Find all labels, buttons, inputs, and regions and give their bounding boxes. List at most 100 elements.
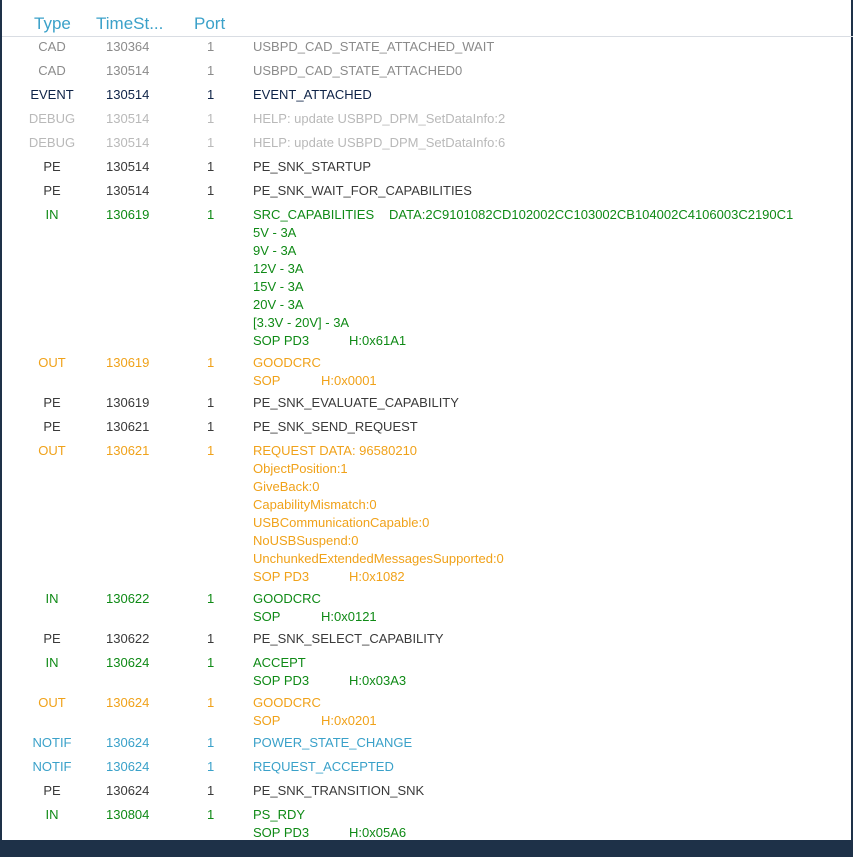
log-message: HELP: update USBPD_DPM_SetDataInfo:6 xyxy=(253,134,505,152)
log-timestamp: 130624 xyxy=(106,783,150,798)
log-port: 1 xyxy=(207,87,215,102)
log-message-field: SOP PD3 xyxy=(253,569,310,584)
log-type: CAD xyxy=(38,39,66,54)
log-message-field: SOP PD3 xyxy=(253,673,310,688)
log-message: PE_SNK_STARTUP xyxy=(253,158,371,176)
log-message-line: 12V - 3A xyxy=(253,261,304,276)
log-message-line: SRC_CAPABILITIES DATA:2C9101082CD102002CC… xyxy=(253,206,793,224)
log-message-line: REQUEST DATA: 96580210 xyxy=(253,443,418,458)
log-message-line: GiveBack:0 xyxy=(253,479,320,494)
log-message: GOODCRC SOP H:0x0201 xyxy=(253,694,377,730)
log-timestamp: 130364 xyxy=(106,39,150,54)
column-header-timestamp[interactable]: TimeSt... xyxy=(96,14,163,34)
log-message: REQUEST DATA: 96580210 ObjectPosition:1 Gi… xyxy=(253,442,504,586)
trace-log-list[interactable]: CAD 130364 1 USBPD_CAD_STATE_ATTACHED_WAIT C… xyxy=(2,35,853,839)
log-message: REQUEST_ACCEPTED xyxy=(253,758,394,776)
log-timestamp: 130619 xyxy=(106,207,150,222)
log-message-field: SOP xyxy=(253,713,281,728)
log-port: 1 xyxy=(207,655,215,670)
log-timestamp: 130514 xyxy=(106,111,150,126)
log-message-line: SOP H:0x0201 xyxy=(253,712,377,730)
log-port: 1 xyxy=(207,735,215,750)
log-message-line: SOP PD3 H:0x1082 xyxy=(253,568,504,586)
log-message: PE_SNK_WAIT_FOR_CAPABILITIES xyxy=(253,182,472,200)
log-timestamp: 130622 xyxy=(106,631,150,646)
log-timestamp: 130621 xyxy=(106,419,150,434)
log-message: PE_SNK_SELECT_CAPABILITY xyxy=(253,630,444,648)
log-timestamp: 130624 xyxy=(106,695,150,710)
log-port: 1 xyxy=(207,807,215,822)
log-type: DEBUG xyxy=(28,111,76,126)
column-header-port[interactable]: Port xyxy=(194,14,225,34)
log-type: PE xyxy=(43,159,61,174)
log-message-field: SOP PD3 xyxy=(253,825,310,839)
log-message-line: POWER_STATE_CHANGE xyxy=(253,735,413,750)
log-message-field: H:0x61A1 xyxy=(349,333,407,348)
log-message-line: PE_SNK_SELECT_CAPABILITY xyxy=(253,631,444,646)
log-port: 1 xyxy=(207,695,215,710)
log-message-field: H:0x0201 xyxy=(321,713,377,728)
trace-window: Type TimeSt... Port CAD 130364 1 USBPD_CAD_… xyxy=(0,0,853,857)
log-timestamp: 130624 xyxy=(106,735,150,750)
log-message-line: 9V - 3A xyxy=(253,243,297,258)
log-timestamp: 130514 xyxy=(106,87,150,102)
column-header-type[interactable]: Type xyxy=(34,14,71,34)
log-type: DEBUG xyxy=(28,135,76,150)
log-message-line: [3.3V - 20V] - 3A xyxy=(253,315,350,330)
log-message-line: 20V - 3A xyxy=(253,297,304,312)
log-message-line: USBCommunicationCapable:0 xyxy=(253,515,430,530)
log-message-field: H:0x03A3 xyxy=(349,673,407,688)
log-type: OUT xyxy=(38,443,66,458)
log-message-field: H:0x05A6 xyxy=(349,825,407,839)
log-port: 1 xyxy=(207,631,215,646)
log-port: 1 xyxy=(207,111,215,126)
log-type: IN xyxy=(45,591,59,606)
log-type: IN xyxy=(45,207,59,222)
log-message-field: SOP xyxy=(253,609,281,624)
log-message-line: NoUSBSuspend:0 xyxy=(253,533,359,548)
log-message-line: PE_SNK_SEND_REQUEST xyxy=(253,419,418,434)
log-message: POWER_STATE_CHANGE xyxy=(253,734,412,752)
log-port: 1 xyxy=(207,207,215,222)
log-timestamp: 130514 xyxy=(106,159,150,174)
log-type: PE xyxy=(43,419,61,434)
log-message: ACCEPT SOP PD3 H:0x03A3 xyxy=(253,654,406,690)
log-message-field: H:0x0001 xyxy=(321,373,377,388)
log-message-line: 5V - 3A xyxy=(253,225,297,240)
log-message: HELP: update USBPD_DPM_SetDataInfo:2 xyxy=(253,110,505,128)
log-type: OUT xyxy=(38,695,66,710)
log-message-line: SOP PD3 H:0x05A6 xyxy=(253,824,406,839)
status-bar xyxy=(0,840,853,857)
log-message: USBPD_CAD_STATE_ATTACHED_WAIT xyxy=(253,38,494,56)
log-message: PS_RDY SOP PD3 H:0x05A6 xyxy=(253,806,406,839)
log-type: IN xyxy=(45,807,59,822)
log-message-line: UnchunkedExtendedMessagesSupported:0 xyxy=(253,551,504,566)
log-message-field: SOP PD3 xyxy=(253,333,310,348)
log-message-line: 15V - 3A xyxy=(253,279,304,294)
log-timestamp: 130619 xyxy=(106,355,150,370)
log-message-line: REQUEST_ACCEPTED xyxy=(253,759,394,774)
log-timestamp: 130514 xyxy=(106,183,150,198)
log-message: SRC_CAPABILITIES DATA:2C9101082CD102002CC… xyxy=(253,206,793,350)
log-message-line: SOP PD3 H:0x61A1 xyxy=(253,332,793,350)
log-timestamp: 130621 xyxy=(106,443,150,458)
column-header: Type TimeSt... Port xyxy=(2,0,853,37)
log-message: GOODCRC SOP H:0x0121 xyxy=(253,590,377,626)
log-message-line: PE_SNK_WAIT_FOR_CAPABILITIES xyxy=(253,183,472,198)
log-message-field: H:0x1082 xyxy=(349,569,405,584)
log-port: 1 xyxy=(207,63,215,78)
log-port: 1 xyxy=(207,183,215,198)
log-type: PE xyxy=(43,183,61,198)
log-message-line: HELP: update USBPD_DPM_SetDataInfo:6 xyxy=(253,135,506,150)
log-message-line: GOODCRC xyxy=(253,591,321,606)
log-message-line: EVENT_ATTACHED xyxy=(253,87,372,102)
log-timestamp: 130622 xyxy=(106,591,150,606)
log-port: 1 xyxy=(207,159,215,174)
log-message-line: GOODCRC xyxy=(253,355,321,370)
log-message-field: DATA:2C9101082CD102002CC103002CB104002C4… xyxy=(389,207,794,222)
log-port: 1 xyxy=(207,783,215,798)
log-message-line: CapabilityMismatch:0 xyxy=(253,497,377,512)
log-type: OUT xyxy=(38,355,66,370)
log-port: 1 xyxy=(207,419,215,434)
log-message-line: PE_SNK_TRANSITION_SNK xyxy=(253,783,425,798)
